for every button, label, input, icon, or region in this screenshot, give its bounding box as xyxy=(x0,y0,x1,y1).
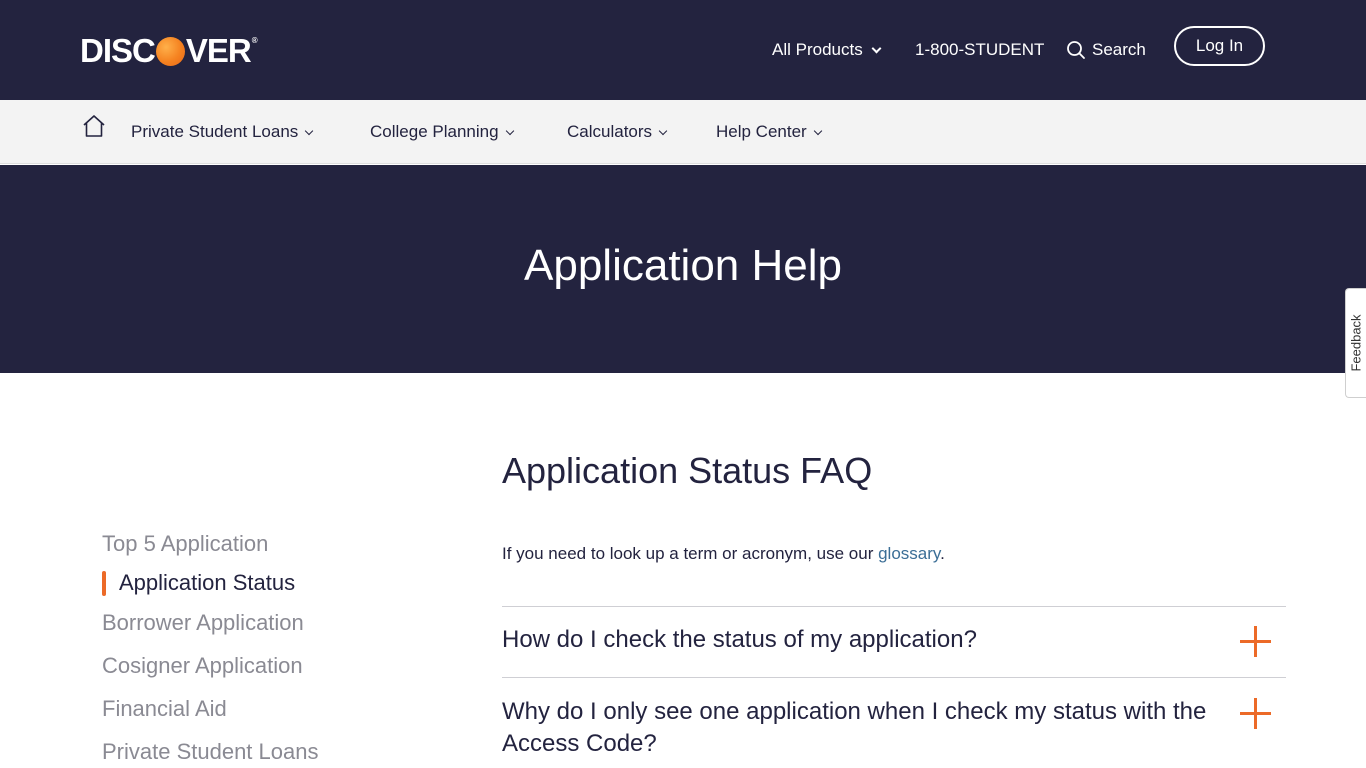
login-label: Log In xyxy=(1195,36,1244,55)
registered-mark: ® xyxy=(251,36,258,45)
chevron-down-icon xyxy=(658,126,668,135)
feedback-tab[interactable]: Feedback xyxy=(1345,288,1366,398)
plus-icon[interactable] xyxy=(1240,626,1271,657)
hero-banner: Application Help xyxy=(0,165,1366,373)
sidenav-borrower-application[interactable]: Borrower Application xyxy=(102,610,304,636)
subnav-label: College Planning xyxy=(370,122,499,141)
plus-icon[interactable] xyxy=(1240,698,1271,729)
intro-prefix: If you need to look up a term or acronym… xyxy=(502,544,879,563)
sidenav-application-status[interactable]: Application Status xyxy=(119,570,295,596)
phone-link[interactable]: 1-800-STUDENT xyxy=(915,0,1044,100)
sidenav-private-student-loans[interactable]: Private Student Loans xyxy=(102,739,318,765)
discover-logo[interactable]: DISC VER ® xyxy=(80,32,258,69)
chevron-down-icon xyxy=(813,126,822,135)
subnav-private-student-loans[interactable]: Private Student Loans xyxy=(131,100,314,164)
subnav-label: Calculators xyxy=(567,122,653,141)
search-label: Search xyxy=(1092,40,1146,59)
sidenav-financial-aid[interactable]: Financial Aid xyxy=(102,696,227,722)
logo-text-left: DISC xyxy=(80,32,156,69)
subnav-help-center[interactable]: Help Center xyxy=(716,100,822,164)
top-header: DISC VER ® All Products 1-800-STUDENT Se… xyxy=(0,0,1366,100)
chevron-down-icon xyxy=(305,126,314,135)
faq-question[interactable]: How do I check the status of my applicat… xyxy=(502,624,1242,656)
glossary-link[interactable]: glossary xyxy=(878,544,940,563)
phone-number: 1-800-STUDENT xyxy=(915,40,1045,59)
feedback-label: Feedback xyxy=(1348,314,1364,372)
divider xyxy=(502,606,1286,607)
secondary-nav: Private Student Loans College Planning C… xyxy=(0,100,1366,164)
logo-orange-circle xyxy=(155,36,185,66)
all-products-menu[interactable]: All Products xyxy=(772,0,882,100)
chevron-down-icon xyxy=(871,43,882,53)
intro-text: If you need to look up a term or acronym… xyxy=(502,544,945,564)
active-indicator xyxy=(102,571,106,596)
faq-question[interactable]: Why do I only see one application when I… xyxy=(502,696,1242,760)
sidenav-top-5-application[interactable]: Top 5 Application xyxy=(102,531,268,557)
intro-suffix: . xyxy=(940,544,945,563)
all-products-label: All Products xyxy=(772,40,863,59)
subnav-calculators[interactable]: Calculators xyxy=(567,100,668,164)
search-icon xyxy=(1067,41,1085,59)
section-title: Application Status FAQ xyxy=(502,450,873,491)
search-button[interactable]: Search xyxy=(1066,0,1146,100)
page-title: Application Help xyxy=(524,241,842,290)
login-button[interactable]: Log In xyxy=(1174,26,1265,66)
subnav-label: Help Center xyxy=(716,122,807,141)
chevron-down-icon xyxy=(505,126,514,135)
divider xyxy=(502,677,1286,678)
sidenav-cosigner-application[interactable]: Cosigner Application xyxy=(102,653,303,679)
logo-text-right: VER xyxy=(185,32,252,69)
home-icon[interactable] xyxy=(82,114,106,138)
subnav-college-planning[interactable]: College Planning xyxy=(370,100,514,164)
subnav-label: Private Student Loans xyxy=(131,122,299,141)
